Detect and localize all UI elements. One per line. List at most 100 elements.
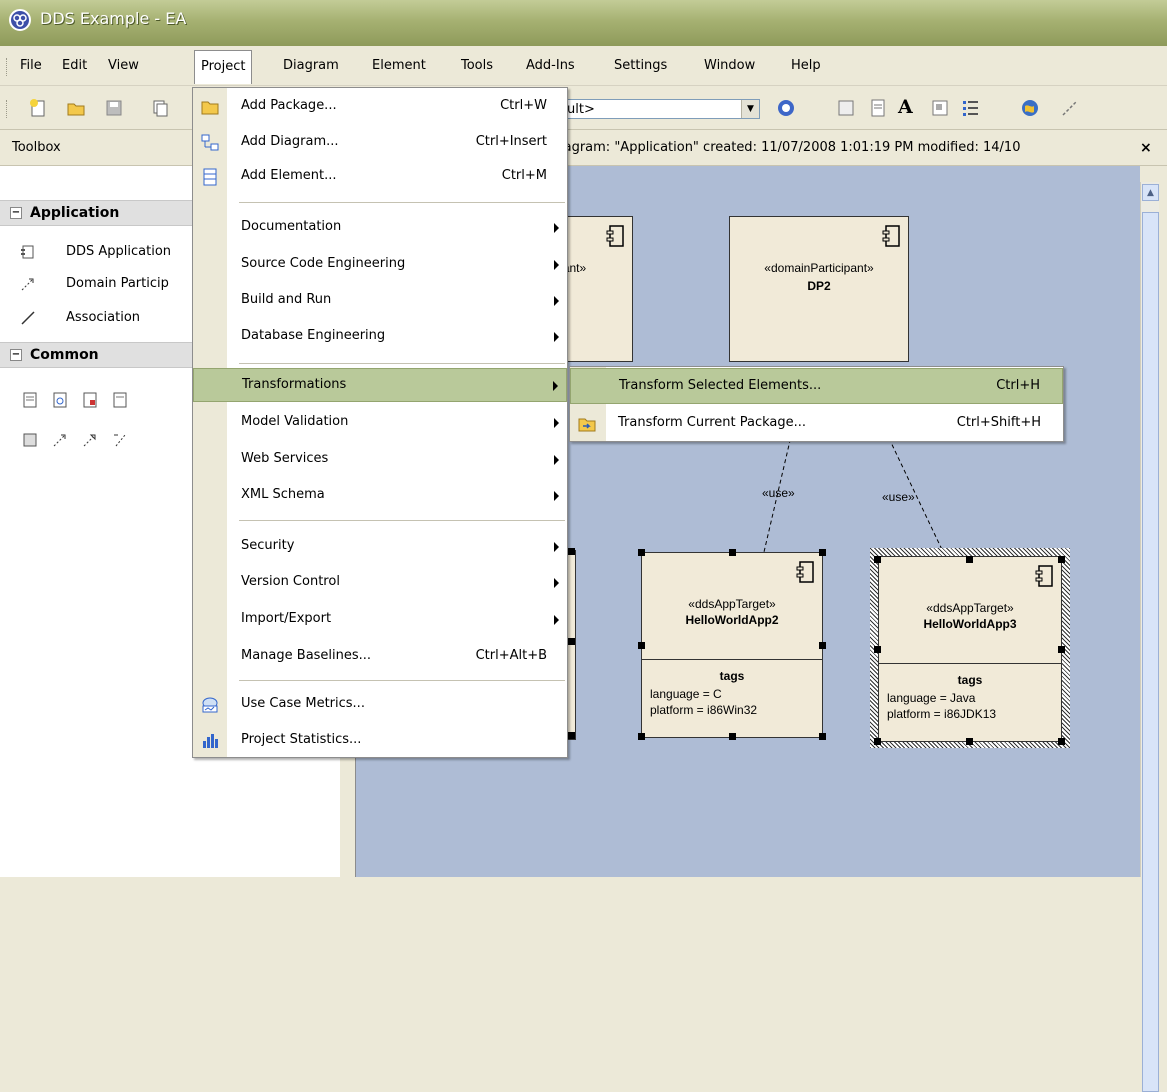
- menu-item-security[interactable]: Security: [193, 530, 567, 564]
- connector-icon[interactable]: [1060, 98, 1080, 118]
- menu-item-documentation[interactable]: Documentation: [193, 211, 567, 245]
- help-icon[interactable]: [776, 98, 796, 118]
- menu-item-version-control[interactable]: Version Control: [193, 566, 567, 600]
- save-icon[interactable]: [104, 98, 124, 118]
- chevron-down-icon[interactable]: ▼: [741, 100, 759, 118]
- selection-handle[interactable]: [729, 549, 736, 556]
- vertical-scrollbar[interactable]: ▲: [1140, 182, 1159, 1092]
- perspective-combo-value: ult>: [567, 102, 595, 117]
- menu-item-add-diagram[interactable]: Add Diagram... Ctrl+Insert: [193, 126, 567, 160]
- note-icon[interactable]: [22, 392, 38, 408]
- document-icon[interactable]: [868, 98, 888, 118]
- collapse-icon[interactable]: −: [10, 207, 22, 219]
- menu-diagram[interactable]: Diagram: [283, 58, 339, 73]
- menu-item-transform-selected-elements[interactable]: Transform Selected Elements... Ctrl+H: [570, 368, 1063, 404]
- menu-element[interactable]: Element: [372, 58, 426, 73]
- selection-handle[interactable]: [568, 548, 575, 555]
- compartment-divider: [642, 659, 822, 660]
- boundary-icon[interactable]: [930, 98, 950, 118]
- perspective-combo[interactable]: ult> ▼: [560, 99, 760, 119]
- menu-item-transform-current-package[interactable]: Transform Current Package... Ctrl+Shift+…: [570, 406, 1063, 442]
- trace-icon[interactable]: [112, 432, 128, 448]
- stereotype-label: «ddsAppTarget»: [926, 601, 1014, 615]
- copy-icon[interactable]: [150, 98, 170, 118]
- tag-platform: platform = i86Win32: [650, 703, 758, 717]
- menu-item-xml-schema[interactable]: XML Schema: [193, 479, 567, 513]
- dds-app-target-helloworldapp3[interactable]: «ddsAppTarget» HelloWorldApp3 tags langu…: [878, 556, 1062, 742]
- boundary-icon[interactable]: [22, 432, 38, 448]
- realization-icon[interactable]: [82, 432, 98, 448]
- submenu-arrow-icon: [554, 223, 559, 233]
- selection-handle[interactable]: [874, 556, 881, 563]
- submenu-arrow-icon: [554, 578, 559, 588]
- menubar-grip[interactable]: [6, 58, 9, 76]
- selection-handle[interactable]: [1058, 646, 1065, 653]
- menu-item-model-validation[interactable]: Model Validation: [193, 406, 567, 440]
- menu-add-ins[interactable]: Add-Ins: [526, 58, 575, 73]
- open-folder-icon[interactable]: [66, 98, 86, 118]
- toolbar: ult> ▼ A: [0, 86, 1167, 130]
- selection-handle[interactable]: [966, 738, 973, 745]
- toolbox-section-application[interactable]: − Application: [0, 200, 200, 226]
- title-bar: DDS Example - EA: [0, 0, 1167, 46]
- menu-item-build-and-run[interactable]: Build and Run: [193, 284, 567, 318]
- scroll-up-icon[interactable]: ▲: [1142, 184, 1159, 201]
- selection-handle[interactable]: [638, 733, 645, 740]
- component-name: HelloWorldApp2: [685, 613, 779, 627]
- toolbox-section-common[interactable]: − Common: [0, 342, 200, 368]
- menu-file[interactable]: File: [20, 58, 42, 73]
- close-icon[interactable]: ×: [1140, 140, 1152, 156]
- submenu-arrow-icon: [554, 615, 559, 625]
- note-icon[interactable]: [836, 98, 856, 118]
- menu-view[interactable]: View: [108, 58, 139, 73]
- collapse-icon[interactable]: −: [10, 349, 22, 361]
- menu-item-manage-baselines[interactable]: Manage Baselines... Ctrl+Alt+B: [193, 640, 567, 674]
- selection-handle[interactable]: [819, 642, 826, 649]
- selection-handle[interactable]: [874, 738, 881, 745]
- transform-package-icon: [578, 418, 596, 432]
- selection-handle[interactable]: [1058, 738, 1065, 745]
- selection-handle[interactable]: [1058, 556, 1065, 563]
- text-icon[interactable]: [112, 392, 128, 408]
- globe-icon[interactable]: [1020, 98, 1040, 118]
- diagram-icon: [201, 134, 219, 151]
- toolbar-grip[interactable]: [6, 100, 9, 118]
- menu-settings[interactable]: Settings: [614, 58, 667, 73]
- selection-handle[interactable]: [874, 646, 881, 653]
- menu-item-import-export[interactable]: Import/Export: [193, 603, 567, 637]
- menu-item-source-code-engineering[interactable]: Source Code Engineering: [193, 248, 567, 282]
- scroll-thumb[interactable]: [1142, 212, 1159, 1092]
- menu-window[interactable]: Window: [704, 58, 755, 73]
- menu-tools[interactable]: Tools: [461, 58, 493, 73]
- selection-handle[interactable]: [729, 733, 736, 740]
- menu-item-database-engineering[interactable]: Database Engineering: [193, 320, 567, 354]
- menu-separator: [239, 680, 565, 681]
- stereotype-label: «ddsAppTarget»: [688, 597, 776, 611]
- menu-item-add-element[interactable]: Add Element... Ctrl+M: [193, 160, 567, 194]
- tag-language: language = Java: [887, 691, 976, 705]
- menu-item-add-package[interactable]: Add Package... Ctrl+W: [193, 90, 567, 124]
- menu-item-project-statistics[interactable]: Project Statistics...: [193, 724, 567, 758]
- new-project-icon[interactable]: [28, 98, 48, 118]
- dependency-arrow-icon: [21, 278, 34, 291]
- list-icon[interactable]: [960, 98, 980, 118]
- menu-help[interactable]: Help: [791, 58, 821, 73]
- text-tool-icon[interactable]: A: [898, 96, 913, 118]
- dds-app-target-helloworldapp2[interactable]: «ddsAppTarget» HelloWorldApp2 tags langu…: [641, 552, 823, 738]
- selection-handle[interactable]: [638, 549, 645, 556]
- menu-item-transformations[interactable]: Transformations: [193, 368, 567, 402]
- submenu-arrow-icon: [554, 332, 559, 342]
- selection-handle[interactable]: [568, 638, 575, 645]
- artifact-icon[interactable]: [52, 392, 68, 408]
- selection-handle[interactable]: [568, 732, 575, 739]
- menu-project[interactable]: Project: [194, 50, 253, 84]
- menu-edit[interactable]: Edit: [62, 58, 87, 73]
- selection-handle[interactable]: [819, 549, 826, 556]
- menu-item-web-services[interactable]: Web Services: [193, 443, 567, 477]
- selection-handle[interactable]: [819, 733, 826, 740]
- selection-handle[interactable]: [966, 556, 973, 563]
- selection-handle[interactable]: [638, 642, 645, 649]
- dependency-icon[interactable]: [52, 432, 68, 448]
- document-artifact-icon[interactable]: [82, 392, 98, 408]
- menu-item-use-case-metrics[interactable]: Use Case Metrics...: [193, 688, 567, 722]
